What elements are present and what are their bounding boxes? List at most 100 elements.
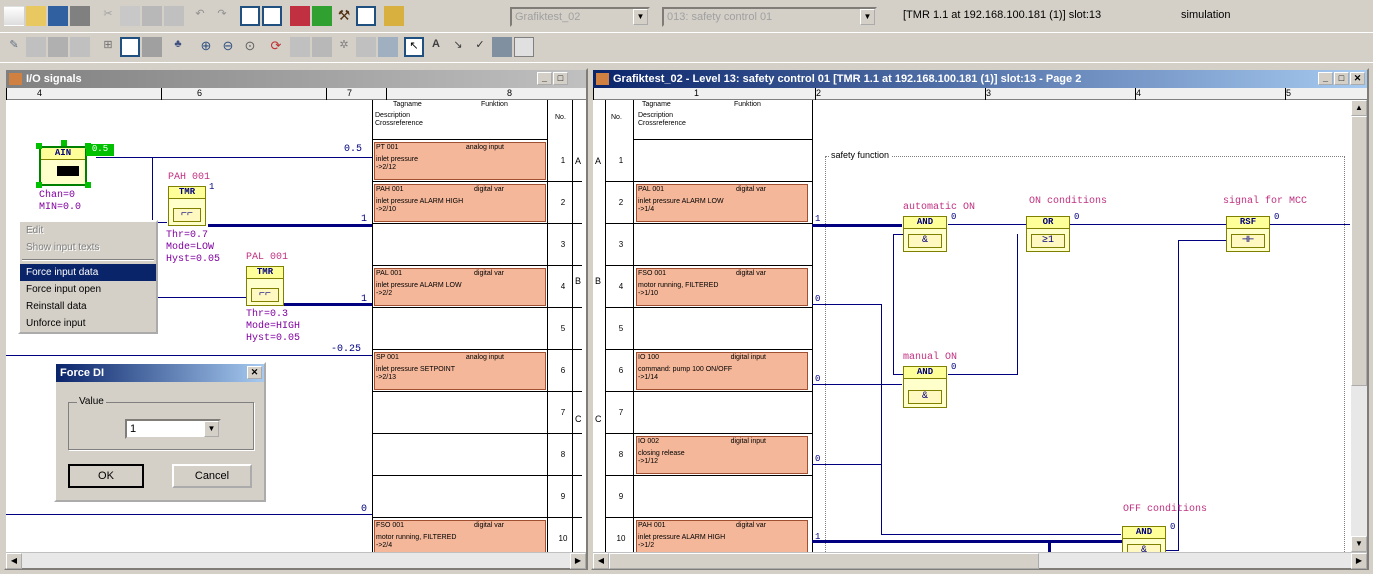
compile-icon[interactable] xyxy=(312,6,332,26)
text-icon[interactable]: A xyxy=(426,37,446,57)
scroll-left-icon[interactable]: ◀ xyxy=(6,553,22,569)
menu-item[interactable]: Force input data xyxy=(20,264,156,281)
new-icon[interactable] xyxy=(4,6,24,26)
dialog-title-bar[interactable]: Force DI xyxy=(56,364,264,382)
menu-item[interactable]: Unforce input xyxy=(20,315,156,332)
scroll-left-icon[interactable]: ◀ xyxy=(593,553,609,569)
selection-handle[interactable] xyxy=(61,140,67,146)
scroll-thumb[interactable] xyxy=(609,553,1039,569)
signal-cell[interactable]: PAL 001 digital var inlet pressure ALARM L… xyxy=(636,184,808,222)
scroll-up-icon[interactable]: ▲ xyxy=(1351,100,1367,116)
chevron-down-icon[interactable]: ▼ xyxy=(204,421,219,437)
arrow-icon[interactable] xyxy=(378,37,398,57)
minimize-button[interactable]: _ xyxy=(1318,72,1333,85)
open-icon[interactable] xyxy=(26,6,46,26)
window-tile-icon[interactable] xyxy=(240,6,260,26)
zoom-fit-icon[interactable]: ⊙ xyxy=(240,37,260,57)
edit-icon[interactable]: ✎ xyxy=(4,37,24,57)
line-icon[interactable]: ↘ xyxy=(448,37,468,57)
signal-cell[interactable]: PAH 001 digital var inlet pressure ALARM H… xyxy=(374,184,546,222)
window-cascade-icon[interactable] xyxy=(262,6,282,26)
mode-select[interactable]: simulation xyxy=(1162,7,1267,27)
pal-block[interactable]: TMR ⌐⌐ xyxy=(246,266,284,306)
chevron-down-icon[interactable]: ▼ xyxy=(633,9,648,25)
print-icon[interactable] xyxy=(70,6,90,26)
minimize-button[interactable]: _ xyxy=(537,72,552,85)
copy-icon[interactable] xyxy=(120,6,140,26)
close-button[interactable]: ✕ xyxy=(1350,72,1365,85)
signal-cell[interactable]: PT 001 analog input inlet pressure ->2/12 xyxy=(374,142,546,180)
menu-item[interactable]: Force input open xyxy=(20,281,156,298)
horizontal-scrollbar[interactable]: ◀ ▶ xyxy=(593,552,1367,569)
selection-handle[interactable] xyxy=(36,143,42,149)
row-number: 1 xyxy=(560,156,566,165)
maximize-button[interactable]: □ xyxy=(553,72,568,85)
rsf-signal-block[interactable]: RSF ⊣⊢ xyxy=(1226,216,1270,252)
hardware-icon[interactable] xyxy=(384,6,404,26)
ok-button[interactable]: OK xyxy=(68,464,144,488)
connect-icon[interactable] xyxy=(356,37,376,57)
variable-icon[interactable] xyxy=(290,37,310,57)
value-select[interactable]: 1 ▼ xyxy=(125,419,221,439)
block-icon[interactable] xyxy=(312,37,332,57)
frame-icon[interactable] xyxy=(142,37,162,57)
scroll-thumb[interactable] xyxy=(1351,116,1367,386)
snowflake-icon[interactable]: ✲ xyxy=(334,37,354,57)
signal-cell[interactable]: FSO 001 digital var motor running, FILTERE… xyxy=(374,520,546,552)
signal-cell[interactable]: IO 100 digital input command: pump 100 ON/… xyxy=(636,352,808,390)
window-title-bar[interactable]: Grafiktest_02 - Level 13: safety control… xyxy=(593,70,1367,88)
cancel-button[interactable]: Cancel xyxy=(172,464,252,488)
maximize-button[interactable]: □ xyxy=(1334,72,1349,85)
menu-item[interactable]: Edit xyxy=(20,222,156,239)
refresh-icon[interactable]: ⟳ xyxy=(266,37,286,57)
pointer-icon[interactable]: ↖ xyxy=(404,37,424,57)
undo-icon[interactable]: ↶ xyxy=(190,6,210,26)
cut-icon[interactable] xyxy=(26,37,46,57)
close-button[interactable]: ✕ xyxy=(247,366,262,379)
align-icon[interactable] xyxy=(48,37,68,57)
scroll-right-icon[interactable]: ▶ xyxy=(570,553,586,569)
diagram-canvas[interactable]: A B C Tagname Funktion Description Cross… xyxy=(593,100,1351,552)
zoom-out-icon[interactable]: ⊖ xyxy=(218,37,238,57)
scroll-down-icon[interactable]: ▼ xyxy=(1351,536,1367,552)
and-off-block[interactable]: AND & xyxy=(1122,526,1166,552)
signal-cell[interactable]: PAL 001 digital var inlet pressure ALARM L… xyxy=(374,268,546,306)
image-icon[interactable] xyxy=(492,37,512,57)
cut-icon[interactable]: ✂ xyxy=(98,6,118,26)
paste-icon[interactable] xyxy=(142,6,162,26)
chevron-down-icon[interactable]: ▼ xyxy=(860,9,875,25)
signal-cell[interactable]: FSO 001 digital var motor running, FILTERE… xyxy=(636,268,808,306)
page-icon[interactable] xyxy=(514,37,534,57)
signal-cell[interactable]: PAH 001 digital var inlet pressure ALARM H… xyxy=(636,520,808,552)
level-select[interactable]: 013: safety control 01 ▼ xyxy=(662,7,877,27)
horizontal-scrollbar[interactable]: ◀ ▶ xyxy=(6,552,586,569)
window-title-bar[interactable]: I/O signals xyxy=(6,70,586,88)
selection-handle[interactable] xyxy=(36,182,42,188)
scroll-right-icon[interactable]: ▶ xyxy=(1351,553,1367,569)
pah-block[interactable]: TMR ⌐⌐ xyxy=(168,186,206,226)
zoom-in-icon[interactable]: ⊕ xyxy=(196,37,216,57)
download-icon[interactable] xyxy=(356,6,376,26)
or-on-block[interactable]: OR ≥1 xyxy=(1026,216,1070,252)
target-select[interactable]: [TMR 1.1 at 192.168.100.181 (1)] slot:13 xyxy=(888,7,1158,27)
wire-icon[interactable]: ✓ xyxy=(470,37,490,57)
tools-icon[interactable]: ⚒ xyxy=(334,6,354,26)
selection-handle[interactable] xyxy=(85,182,91,188)
project-select[interactable]: Grafiktest_02 ▼ xyxy=(510,7,650,27)
table-icon[interactable] xyxy=(70,37,90,57)
and-automatic-block[interactable]: AND & xyxy=(903,216,947,252)
save-icon[interactable] xyxy=(48,6,68,26)
ain-block[interactable]: AIN xyxy=(39,146,87,186)
signal-cell[interactable]: SP 001 analog input inlet pressure SETPOIN… xyxy=(374,352,546,390)
signal-cell[interactable]: IO 002 digital input closing release ->1/12 xyxy=(636,436,808,474)
vertical-scrollbar[interactable]: ▲ ▼ xyxy=(1351,100,1367,552)
monitor-icon[interactable] xyxy=(290,6,310,26)
paint-icon[interactable]: ♣ xyxy=(168,37,188,57)
and-manual-block[interactable]: AND & xyxy=(903,366,947,408)
grid-icon[interactable]: ⊞ xyxy=(98,37,118,57)
find-icon[interactable] xyxy=(164,6,184,26)
menu-item[interactable]: Reinstall data xyxy=(20,298,156,315)
select-icon[interactable] xyxy=(120,37,140,57)
redo-icon[interactable]: ↷ xyxy=(212,6,232,26)
menu-item[interactable]: Show input texts xyxy=(20,239,156,256)
